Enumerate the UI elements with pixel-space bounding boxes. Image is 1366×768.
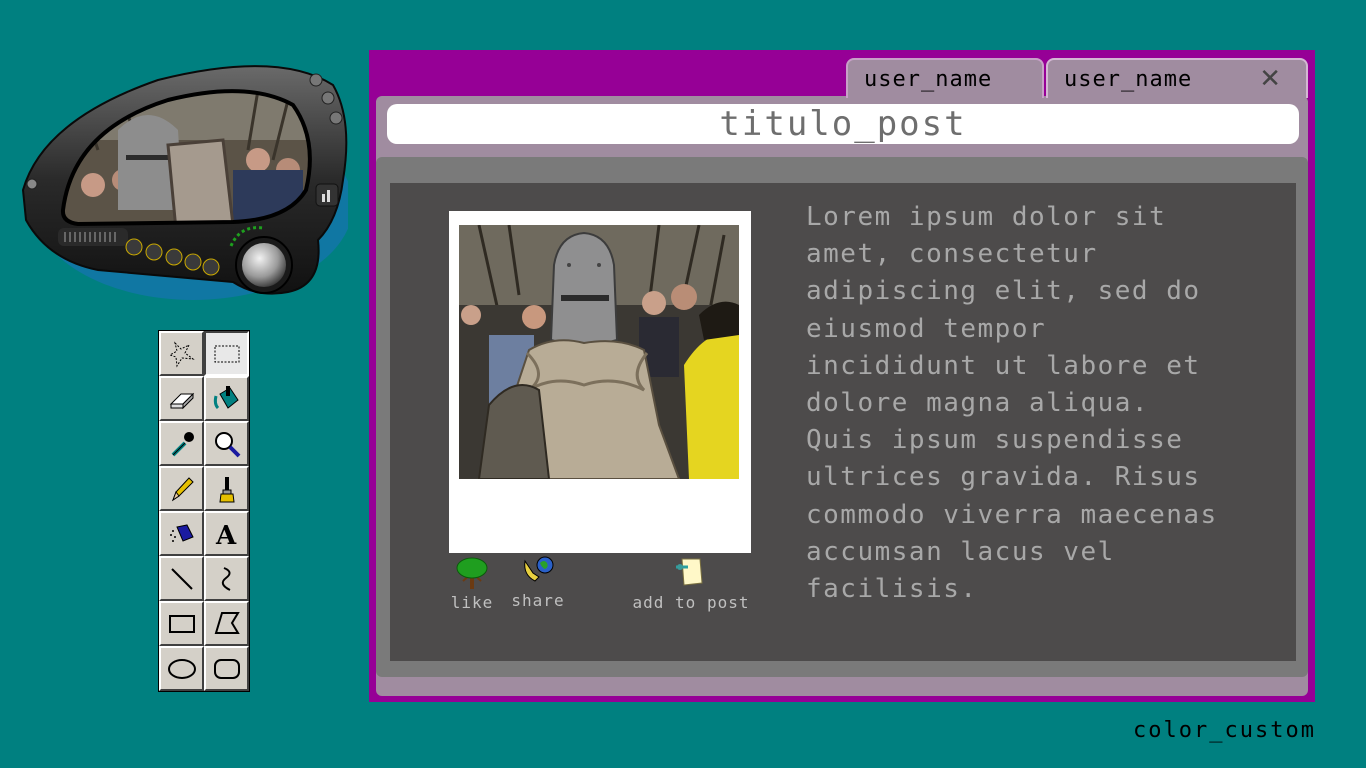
post-title: titulo_post (387, 104, 1299, 144)
color-picker-icon (171, 431, 194, 456)
free-select-tool[interactable] (159, 331, 204, 376)
pencil-icon (171, 476, 194, 501)
text-icon: A (215, 521, 237, 549)
tab-label: user_name (864, 67, 993, 92)
media-player-skin (21, 65, 353, 300)
close-icon[interactable]: ✕ (1259, 62, 1282, 96)
post-body-text: Lorem ipsum dolor sit amet, consectetur … (806, 202, 1218, 605)
rounded-rect-tool[interactable] (204, 646, 249, 691)
brush-icon (218, 476, 235, 502)
rect-select-tool[interactable] (204, 331, 249, 376)
text-tool[interactable]: A (204, 511, 249, 556)
rect-select-icon (214, 345, 239, 362)
globe-phone-icon (524, 556, 554, 582)
note-icon (676, 558, 703, 586)
share-label: share (511, 591, 565, 610)
rounded-rect-icon (213, 658, 240, 679)
ellipse-icon (167, 658, 196, 679)
airbrush-icon (169, 523, 194, 542)
ellipse-tool[interactable] (159, 646, 204, 691)
tab-label: user_name (1064, 67, 1193, 92)
share-button[interactable]: share (506, 555, 570, 610)
post-photo[interactable] (459, 225, 739, 479)
eraser-icon (169, 392, 194, 409)
fill-bucket-icon (213, 385, 239, 409)
paint-toolbox: A (158, 330, 250, 692)
rectangle-icon (168, 614, 195, 633)
eraser-tool[interactable] (159, 376, 204, 421)
magnifier-tool[interactable] (204, 421, 249, 466)
polygon-tool[interactable] (204, 601, 249, 646)
tab-user-name-1[interactable]: user_name (846, 58, 1044, 98)
like-label: like (450, 593, 494, 612)
airbrush-tool[interactable] (159, 511, 204, 556)
media-player (18, 60, 353, 310)
curve-icon (221, 566, 230, 591)
post-window: user_name user_name ✕ titulo_post like s… (369, 50, 1315, 702)
free-select-icon (168, 340, 195, 367)
magnifier-icon (214, 431, 240, 457)
line-tool[interactable] (159, 556, 204, 601)
like-button[interactable]: like (448, 557, 496, 612)
tab-user-name-2[interactable]: user_name ✕ (1046, 58, 1308, 98)
add-to-post-label: add to post (632, 593, 750, 612)
tree-icon (456, 557, 488, 589)
post-image-frame (449, 211, 751, 553)
rectangle-tool[interactable] (159, 601, 204, 646)
line-icon (170, 567, 193, 590)
color-custom-label: color_custom (1133, 718, 1316, 743)
post-content: like share add to post Lorem ipsum dolor… (390, 183, 1296, 661)
pencil-tool[interactable] (159, 466, 204, 511)
svg-text:A: A (215, 521, 237, 549)
add-to-post-button[interactable]: add to post (626, 557, 756, 612)
fill-bucket-tool[interactable] (204, 376, 249, 421)
curve-tool[interactable] (204, 556, 249, 601)
color-picker-tool[interactable] (159, 421, 204, 466)
brush-tool[interactable] (204, 466, 249, 511)
polygon-icon (214, 611, 240, 634)
